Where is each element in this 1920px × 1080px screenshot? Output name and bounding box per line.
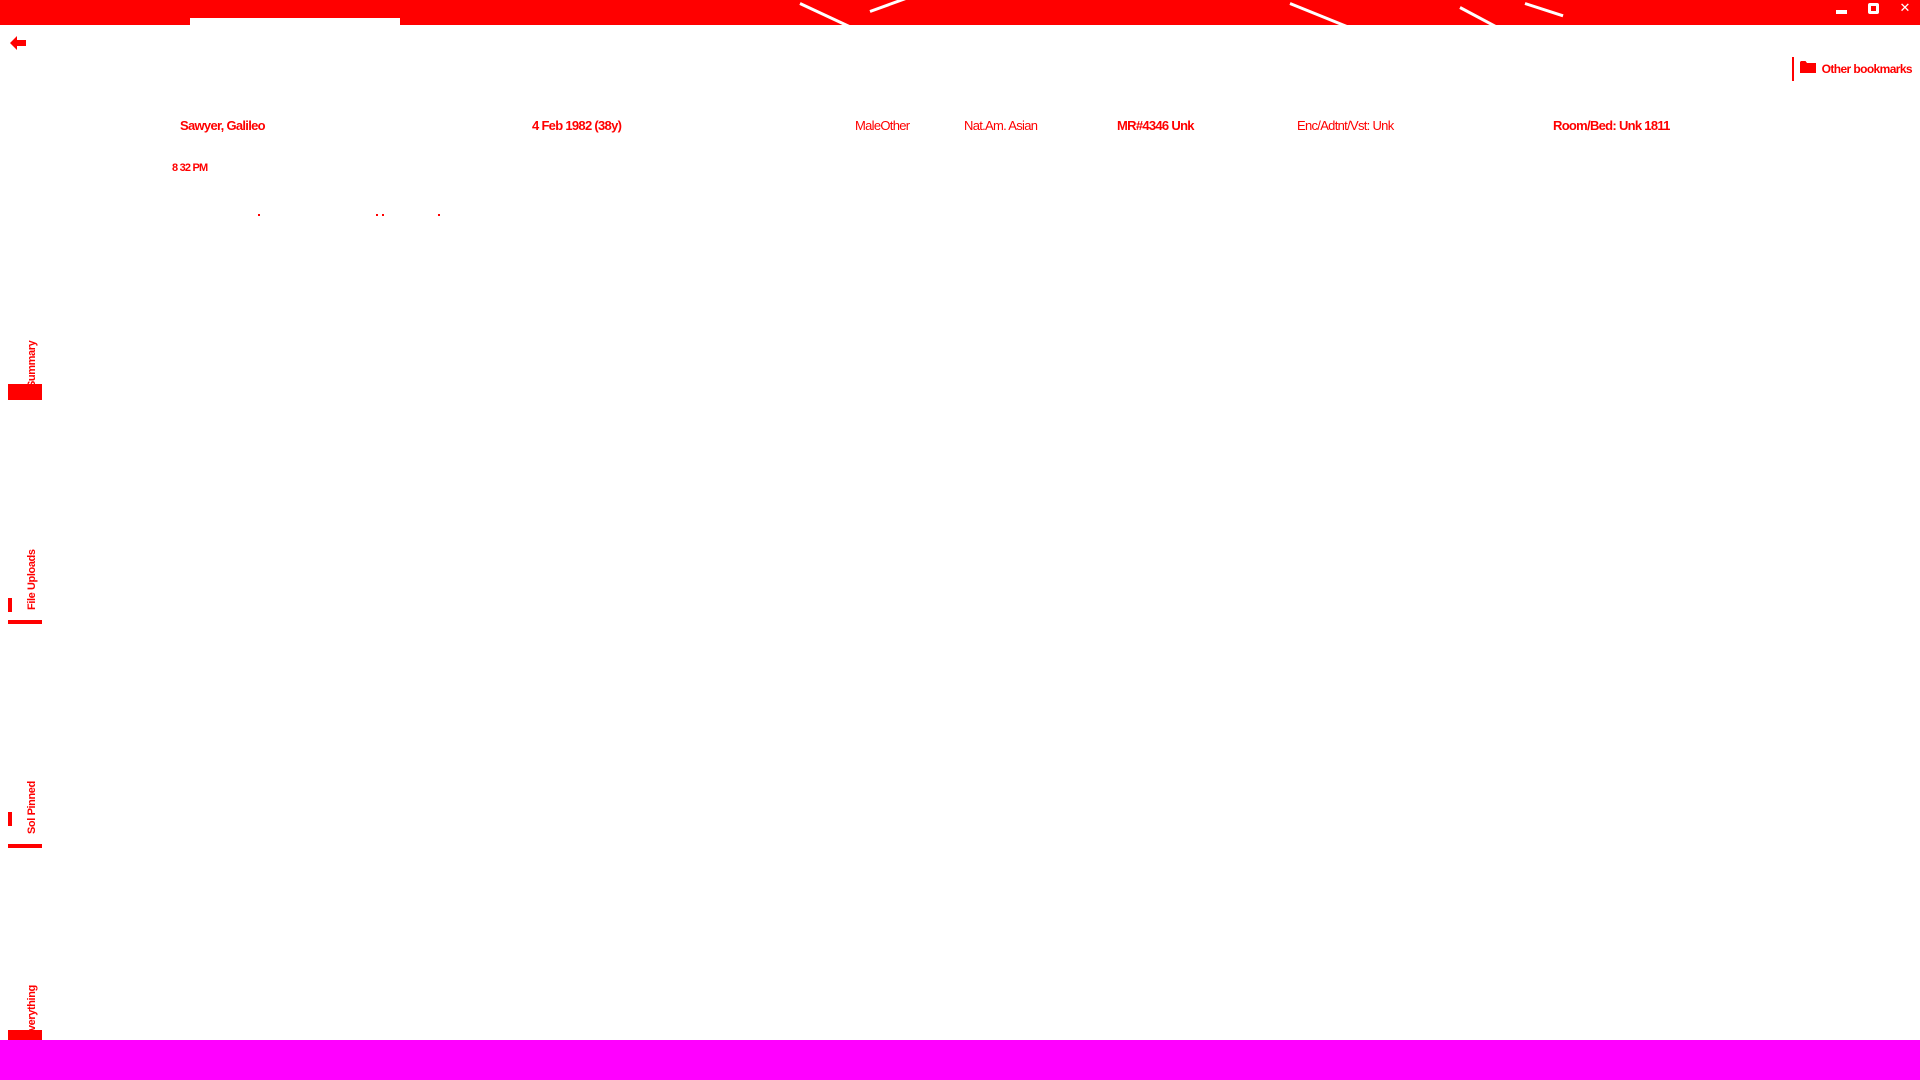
sidebar-tab-label: Summary <box>26 340 38 388</box>
sidebar-tab-everything[interactable]: Everything <box>8 950 44 1040</box>
back-arrow-icon[interactable] <box>8 33 28 53</box>
sidebar-tab-label: Sol Pinned <box>26 781 38 834</box>
minimize-icon[interactable] <box>1832 0 1850 17</box>
sidebar-tab-label: File Uploads <box>26 549 38 610</box>
bookmarks-separator <box>1791 57 1794 81</box>
title-bar-streak <box>1459 6 1497 28</box>
bookmarks-bar: Other bookmarks <box>1791 56 1920 82</box>
patient-encounter: Enc/Adtnt/Vst: Unk <box>1297 118 1394 133</box>
current-time: 8 32 PM <box>172 162 208 174</box>
window-title-bar: ✕ <box>0 0 1920 32</box>
sidebar-tab-file-uploads[interactable]: File Uploads <box>8 510 44 630</box>
title-bar-streak <box>1524 2 1564 18</box>
bottom-bar <box>0 1040 1920 1080</box>
sidebar-tab-sol-pinned[interactable]: Sol Pinned <box>8 740 44 850</box>
patient-race: Nat.Am. Asian <box>964 118 1038 133</box>
sidebar-tab-marker <box>8 620 42 624</box>
patient-dob: 4 Feb 1982 (38y) <box>532 118 622 133</box>
patient-name[interactable]: Sawyer, Galileo <box>180 118 266 133</box>
sidebar-tab-marker <box>8 1030 42 1040</box>
patient-room: Room/Bed: Unk 1811 <box>1553 118 1670 133</box>
other-bookmarks-link[interactable]: Other bookmarks <box>1822 62 1913 76</box>
close-icon[interactable]: ✕ <box>1896 0 1914 17</box>
sidebar-tab-marker <box>8 844 42 848</box>
faint-artifact-marks <box>258 214 448 217</box>
sidebar-tab-marker <box>8 598 12 612</box>
title-bar-streak <box>1289 2 1356 32</box>
title-bar-streak <box>799 2 856 31</box>
window-controls: ✕ <box>1832 0 1914 17</box>
patient-banner: Sawyer, Galileo 4 Feb 1982 (38y) MaleOth… <box>0 118 1920 138</box>
patient-sex: MaleOther <box>855 118 910 133</box>
sidebar-tab-marker <box>8 812 12 826</box>
folder-icon <box>1799 60 1816 79</box>
active-tab[interactable] <box>190 18 400 25</box>
sidebar-tab-summary[interactable]: Summary <box>8 300 44 410</box>
sidebar-tab-marker <box>8 384 42 400</box>
title-bar-streak <box>869 0 909 13</box>
restore-icon[interactable] <box>1864 0 1882 17</box>
patient-mrn: MR#4346 Unk <box>1117 118 1195 133</box>
